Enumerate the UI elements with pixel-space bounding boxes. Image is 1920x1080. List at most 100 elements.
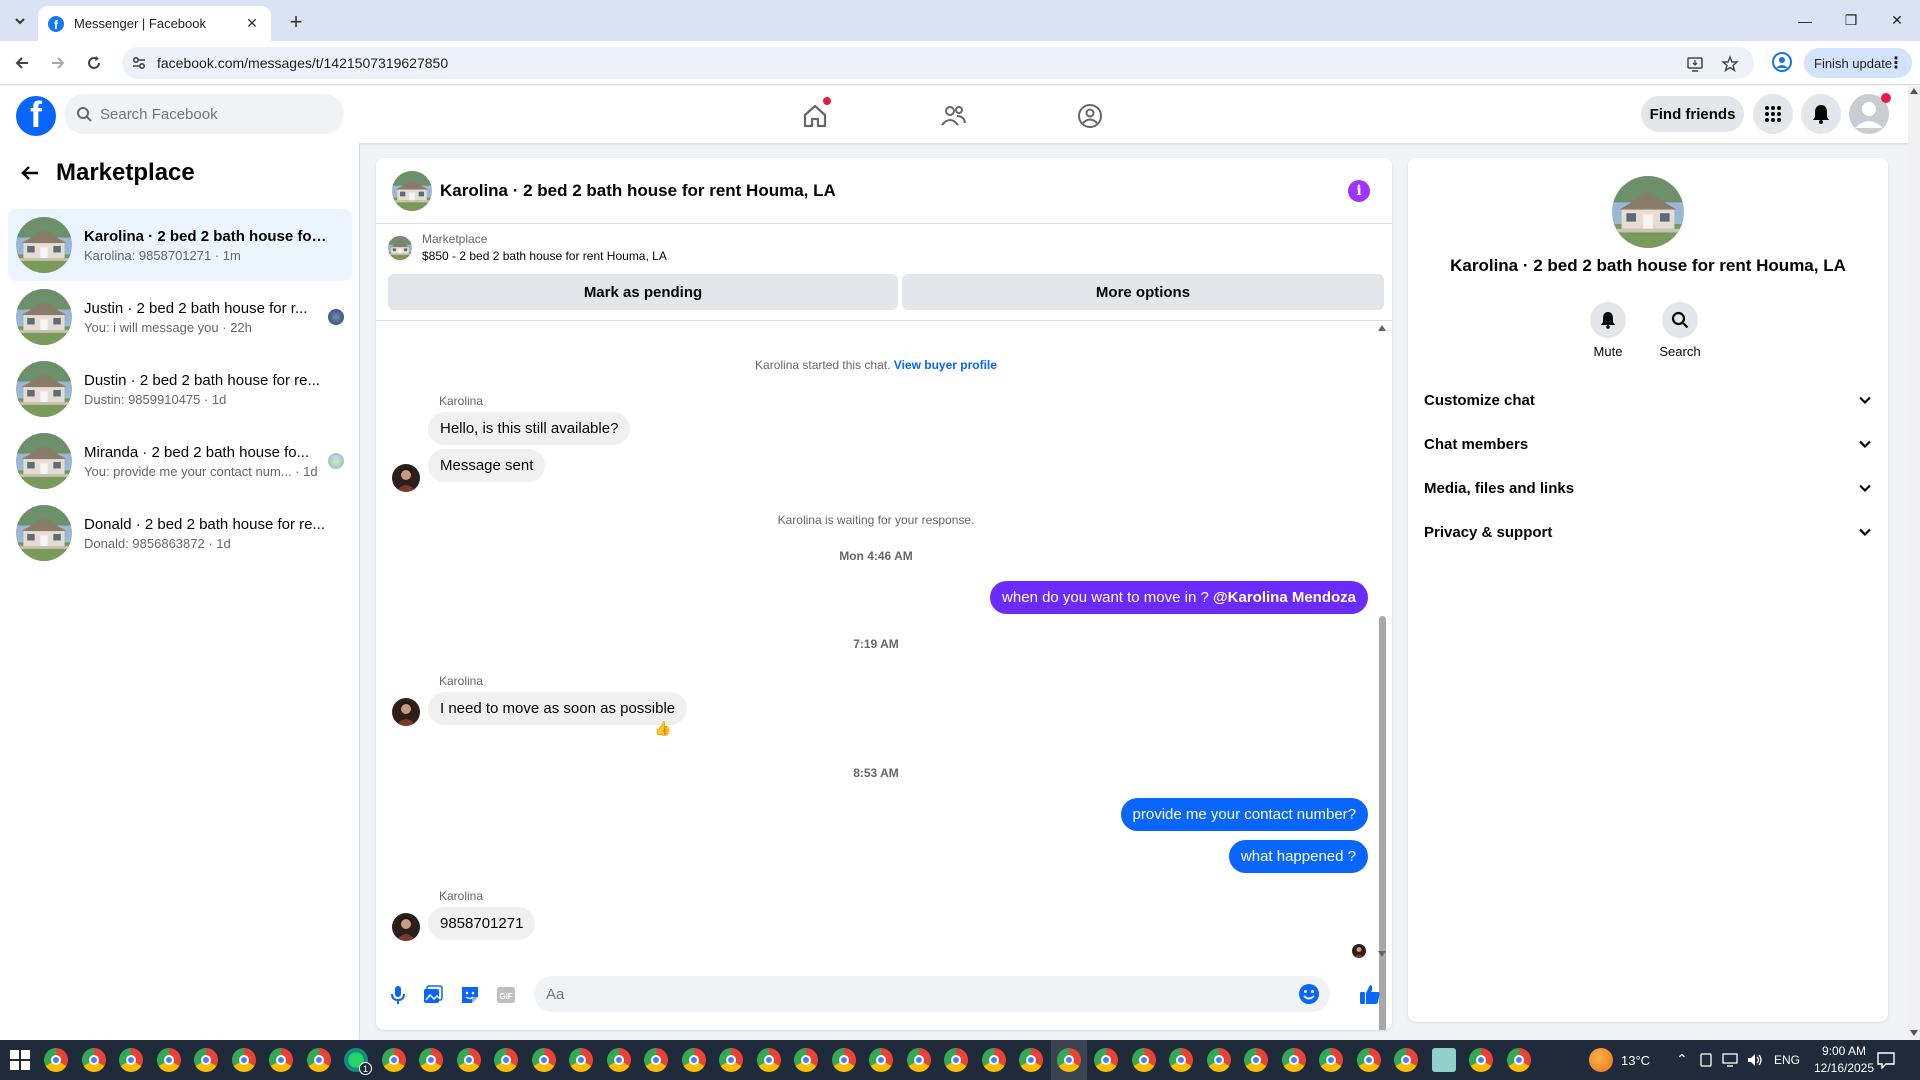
search-input[interactable]: [100, 105, 320, 123]
details-section-row[interactable]: Media, files and links: [1424, 466, 1872, 510]
page-scroll-down-arrow[interactable]: [1910, 1030, 1918, 1036]
photo-attach-icon[interactable]: [422, 984, 444, 1006]
windows-start-icon[interactable]: [10, 1050, 30, 1070]
microphone-icon[interactable]: [387, 984, 409, 1006]
listing-photo[interactable]: [1612, 176, 1684, 248]
chrome-taskbar-icon[interactable]: [1094, 1048, 1118, 1072]
finish-update-button[interactable]: Finish update ⋮: [1804, 48, 1912, 78]
weather-icon[interactable]: [1589, 1048, 1613, 1072]
address-bar[interactable]: facebook.com/messages/t/1421507319627850: [122, 47, 1754, 79]
find-friends-button[interactable]: Find friends: [1641, 96, 1744, 132]
browser-profile-icon[interactable]: [1770, 50, 1794, 74]
chrome-taskbar-icon[interactable]: [569, 1048, 593, 1072]
chrome-taskbar-icon[interactable]: [1319, 1048, 1343, 1072]
bookmark-star-icon[interactable]: [1721, 55, 1739, 73]
chrome-taskbar-icon[interactable]: [756, 1048, 781, 1072]
restore-icon[interactable]: ❐: [1828, 0, 1874, 41]
install-app-icon[interactable]: [1686, 55, 1704, 73]
emoji-icon[interactable]: [1298, 983, 1320, 1005]
karolina-avatar[interactable]: [392, 464, 420, 492]
notes-taskbar-icon[interactable]: [1431, 1048, 1456, 1072]
home-nav-icon[interactable]: [799, 97, 831, 132]
chrome-taskbar-icon[interactable]: [1131, 1048, 1156, 1072]
whatsapp-taskbar-icon[interactable]: 1: [344, 1048, 372, 1075]
listing-info[interactable]: Marketplace $850 - 2 bed 2 bath house fo…: [388, 232, 667, 263]
site-settings-icon[interactable]: [130, 54, 148, 72]
page-scrollbar[interactable]: [1908, 86, 1920, 1040]
chat-scrollbar[interactable]: [1376, 323, 1388, 1030]
friends-nav-icon[interactable]: [937, 100, 969, 132]
thumbs-up-reaction-icon[interactable]: 👍: [654, 720, 671, 737]
chrome-taskbar-icon[interactable]: [1019, 1048, 1043, 1072]
browser-menu-icon[interactable]: ⋮: [1888, 53, 1904, 73]
details-section-row[interactable]: Chat members: [1424, 422, 1872, 466]
chrome-taskbar-icon[interactable]: [1206, 1048, 1231, 1072]
facebook-search-box[interactable]: [64, 94, 344, 134]
chrome-taskbar-icon[interactable]: [456, 1048, 481, 1072]
notification-center-icon[interactable]: [1876, 1051, 1896, 1069]
listing-thumbnail[interactable]: [392, 170, 432, 211]
chrome-taskbar-icon[interactable]: [269, 1048, 293, 1072]
back-arrow-icon[interactable]: [8, 49, 36, 77]
chrome-taskbar-icon[interactable]: [944, 1048, 968, 1072]
chrome-taskbar-icon[interactable]: [1244, 1048, 1268, 1072]
facebook-logo-icon[interactable]: f: [16, 96, 56, 136]
chrome-taskbar-icon[interactable]: [1169, 1048, 1193, 1072]
browser-tab[interactable]: f Messenger | Facebook ✕: [38, 6, 271, 41]
chrome-taskbar-icon[interactable]: [606, 1048, 631, 1072]
mention-tag[interactable]: @Karolina Mendoza: [1213, 589, 1356, 606]
details-section-row[interactable]: Customize chat: [1424, 378, 1872, 422]
volume-icon[interactable]: [1746, 1052, 1764, 1068]
tab-list-chevron-icon[interactable]: [8, 9, 32, 33]
search-action[interactable]: Search: [1650, 302, 1710, 359]
chrome-taskbar-icon[interactable]: [531, 1048, 556, 1072]
chrome-taskbar-icon[interactable]: [306, 1048, 331, 1072]
mark-as-pending-button[interactable]: Mark as pending: [388, 274, 898, 310]
tab-close-icon[interactable]: ✕: [243, 15, 261, 32]
chrome-taskbar-icon[interactable]: [231, 1048, 256, 1072]
conversation-item[interactable]: Donald · 2 bed 2 bath house for re... Don…: [8, 497, 352, 569]
chrome-taskbar-icon[interactable]: [869, 1048, 893, 1072]
chrome-taskbar-icon[interactable]: [119, 1048, 143, 1072]
thumbs-up-send-icon[interactable]: [1358, 982, 1382, 1006]
chrome-taskbar-icon[interactable]: [1356, 1048, 1381, 1072]
view-buyer-profile-link[interactable]: View buyer profile: [894, 358, 997, 372]
karolina-avatar[interactable]: [392, 698, 420, 726]
outgoing-message[interactable]: what happened ?: [1228, 840, 1368, 873]
incoming-message[interactable]: 9858701271: [428, 907, 536, 940]
incoming-message[interactable]: Hello, is this still available?: [428, 412, 631, 445]
message-input-box[interactable]: [534, 976, 1330, 1012]
page-scroll-up-arrow[interactable]: [1910, 88, 1918, 94]
chrome-taskbar-icon[interactable]: [831, 1048, 856, 1072]
chrome-taskbar-icon[interactable]: [194, 1048, 218, 1072]
chrome-taskbar-icon[interactable]: [1394, 1048, 1418, 1072]
chrome-taskbar-icon[interactable]: [44, 1048, 68, 1072]
forward-arrow-icon[interactable]: [44, 49, 72, 77]
tray-chevron-icon[interactable]: ⌃: [1676, 1051, 1688, 1068]
mute-action[interactable]: Mute: [1578, 302, 1638, 359]
chat-title[interactable]: Karolina · 2 bed 2 bath house for rent H…: [440, 181, 836, 201]
message-input[interactable]: [546, 985, 1266, 1003]
chrome-taskbar-icon[interactable]: [1056, 1048, 1081, 1072]
conversation-item[interactable]: Miranda · 2 bed 2 bath house fo... You: p…: [8, 425, 352, 497]
gif-icon[interactable]: GIF: [495, 984, 517, 1006]
scroll-down-arrow[interactable]: [1378, 951, 1386, 957]
groups-nav-icon[interactable]: [1074, 100, 1106, 132]
tray-device-icon[interactable]: [1698, 1052, 1714, 1068]
input-language[interactable]: ENG: [1774, 1053, 1800, 1067]
chrome-taskbar-icon[interactable]: [719, 1048, 743, 1072]
clock-date[interactable]: 12/16/2025: [1806, 1061, 1882, 1075]
chrome-taskbar-icon[interactable]: [681, 1048, 706, 1072]
chrome-taskbar-icon[interactable]: [1281, 1048, 1306, 1072]
temperature[interactable]: 13°C: [1621, 1053, 1650, 1068]
incoming-message[interactable]: I need to move as soon as possible: [428, 692, 688, 725]
chrome-taskbar-icon[interactable]: [419, 1048, 443, 1072]
conversation-item[interactable]: Justin · 2 bed 2 bath house for r... You:…: [8, 281, 352, 353]
menu-grid-icon[interactable]: [1753, 94, 1793, 134]
notifications-bell-icon[interactable]: [1801, 94, 1841, 134]
account-avatar[interactable]: [1849, 93, 1891, 134]
window-close-icon[interactable]: ✕: [1874, 0, 1920, 41]
outgoing-message[interactable]: when do you want to move in ? @Karolina …: [990, 581, 1368, 614]
scroll-thumb[interactable]: [1379, 616, 1386, 1030]
chrome-taskbar-icon[interactable]: [381, 1048, 406, 1072]
